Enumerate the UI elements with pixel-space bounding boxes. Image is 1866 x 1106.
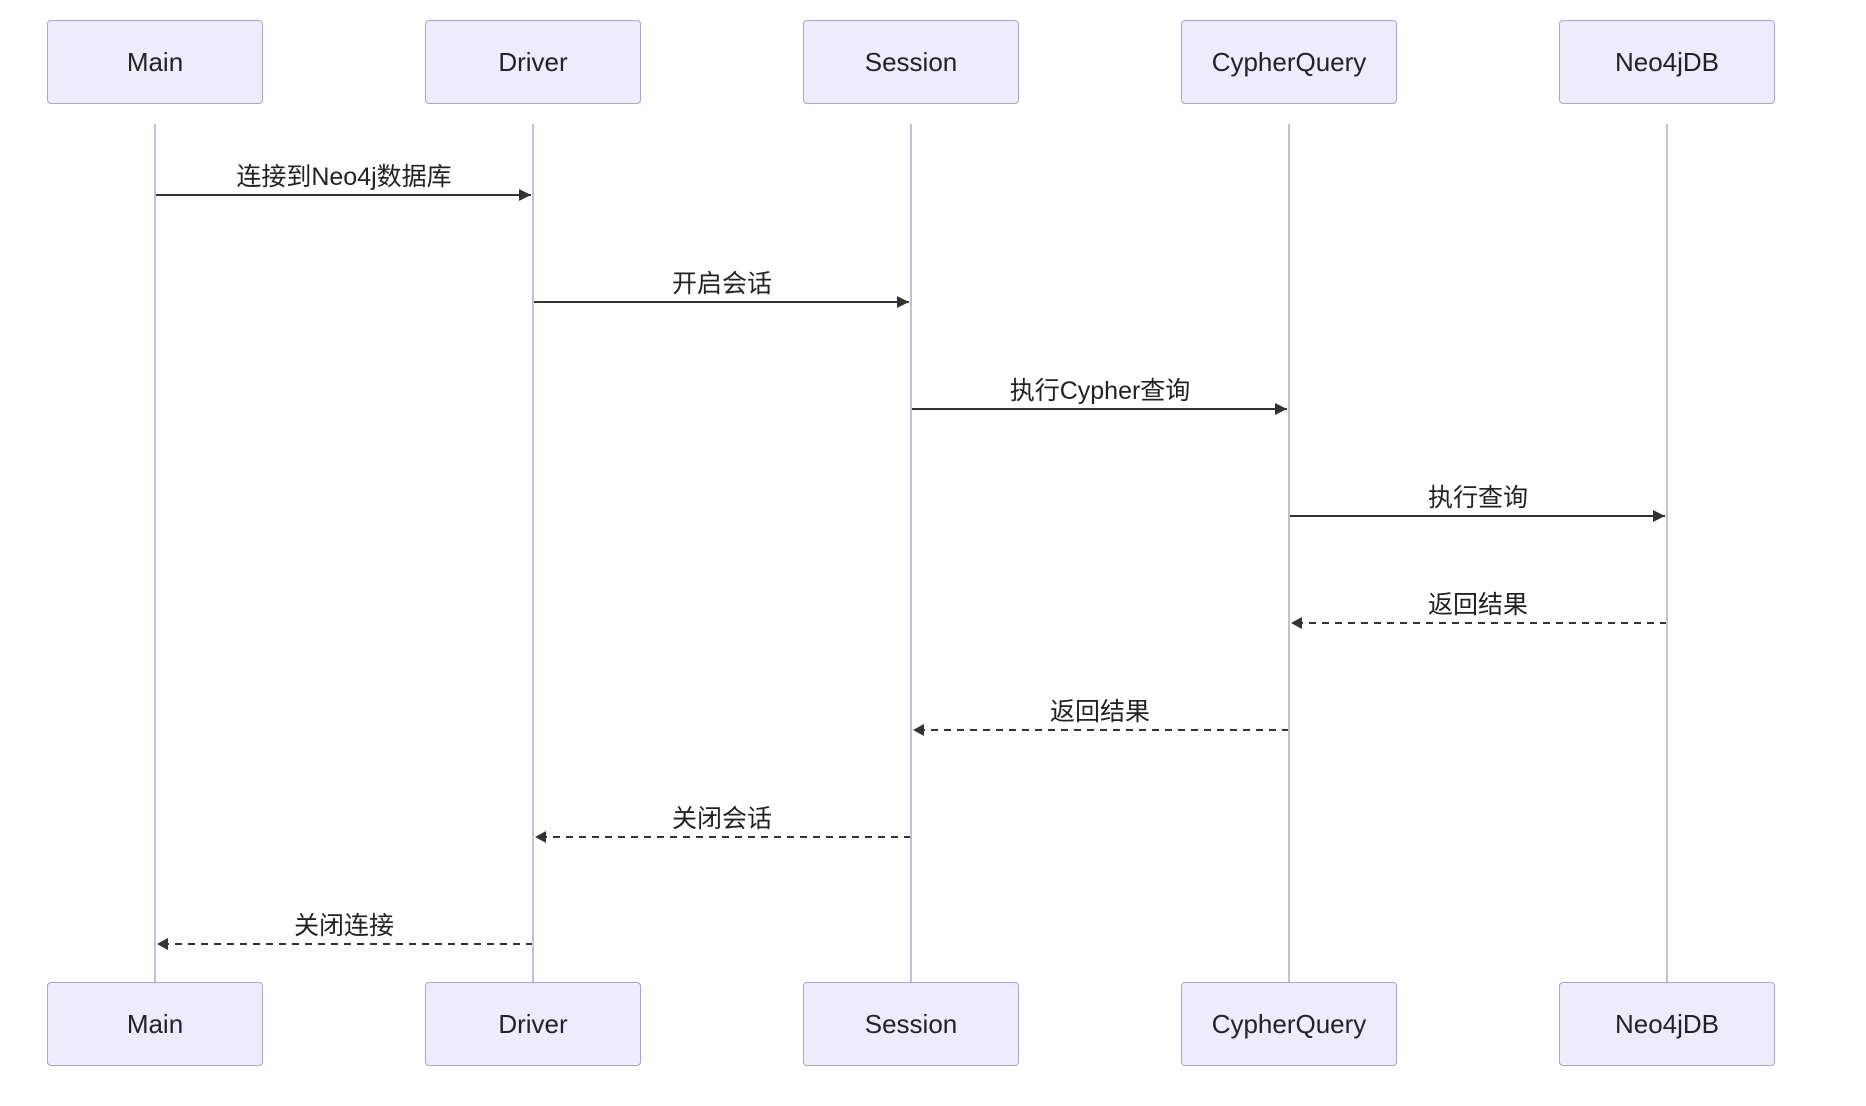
message-label-7: 关闭连接	[294, 906, 394, 942]
participant-box-cypher-top: CypherQuery	[1181, 20, 1397, 104]
lifeline-driver	[532, 124, 534, 982]
lifeline-session	[910, 124, 912, 982]
message-label-1: 开启会话	[672, 264, 772, 300]
message-label-5: 返回结果	[1050, 692, 1150, 728]
lifeline-neo4j	[1666, 124, 1668, 982]
participant-label: Main	[127, 1009, 183, 1040]
participant-box-neo4j-bottom: Neo4jDB	[1559, 982, 1775, 1066]
participant-label: CypherQuery	[1212, 1009, 1367, 1040]
sequence-diagram: Main Driver Session CypherQuery Neo4jDB Main D…	[20, 20, 1846, 1086]
participant-label: Neo4jDB	[1615, 47, 1719, 78]
participant-box-driver-bottom: Driver	[425, 982, 641, 1066]
message-label-4: 返回结果	[1428, 585, 1528, 621]
participant-box-cypher-bottom: CypherQuery	[1181, 982, 1397, 1066]
message-label-2: 执行Cypher查询	[1010, 371, 1191, 407]
message-label-3: 执行查询	[1428, 478, 1528, 514]
participant-label: Session	[865, 47, 958, 78]
message-label-6: 关闭会话	[672, 799, 772, 835]
participant-label: Driver	[498, 47, 567, 78]
participant-box-driver-top: Driver	[425, 20, 641, 104]
participant-box-main-bottom: Main	[47, 982, 263, 1066]
participant-label: Session	[865, 1009, 958, 1040]
participant-label: Driver	[498, 1009, 567, 1040]
participant-box-session-top: Session	[803, 20, 1019, 104]
participant-label: CypherQuery	[1212, 47, 1367, 78]
participant-label: Main	[127, 47, 183, 78]
participant-box-main-top: Main	[47, 20, 263, 104]
participant-box-neo4j-top: Neo4jDB	[1559, 20, 1775, 104]
participant-label: Neo4jDB	[1615, 1009, 1719, 1040]
lifeline-main	[154, 124, 156, 982]
lifeline-cypher	[1288, 124, 1290, 982]
message-label-0: 连接到Neo4j数据库	[236, 157, 451, 193]
participant-box-session-bottom: Session	[803, 982, 1019, 1066]
